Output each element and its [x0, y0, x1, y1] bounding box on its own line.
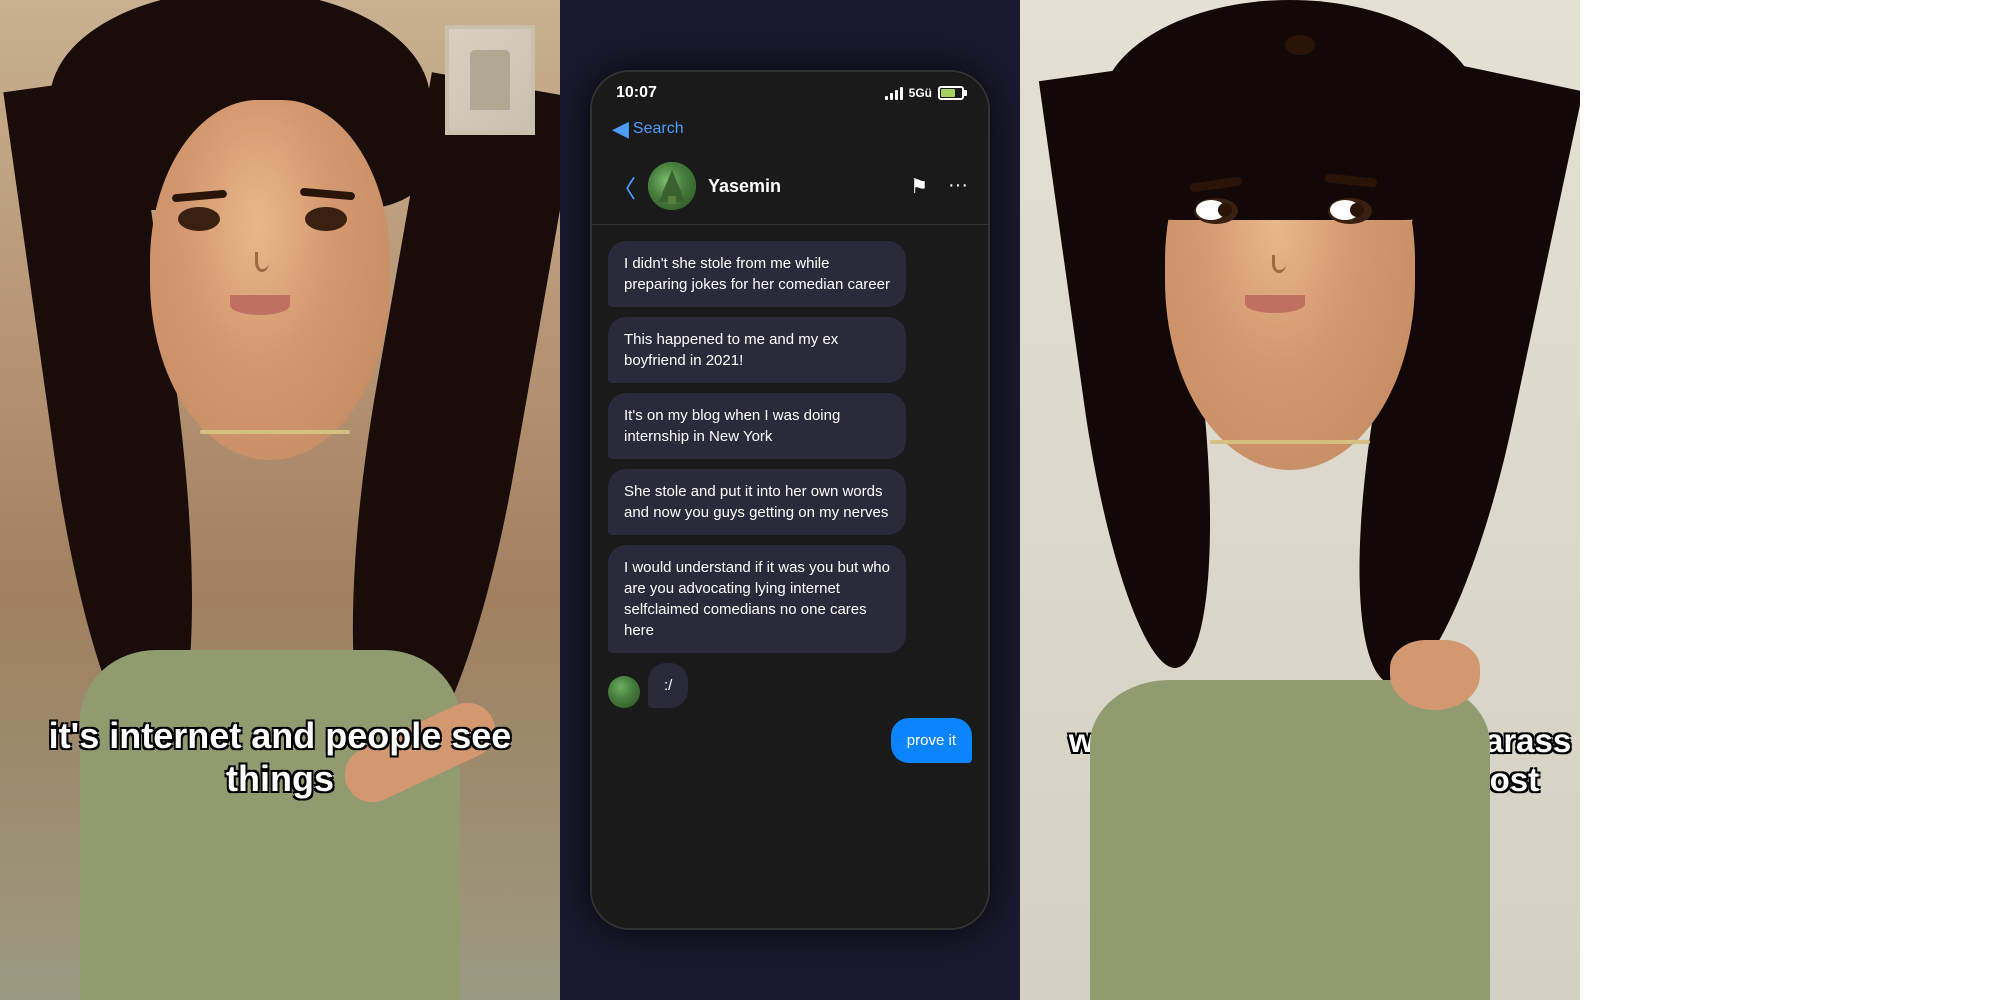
message-6-row: :/	[608, 663, 688, 708]
contact-name: Yasemin	[708, 176, 898, 197]
message-5: I would understand if it was you but who…	[608, 545, 906, 653]
search-back-label[interactable]: Search	[633, 120, 684, 138]
messages-area[interactable]: I didn't she stole from me while prepari…	[592, 225, 988, 928]
message-4: She stole and put it into her own words …	[608, 469, 906, 535]
right-panel: which decide to rant and harass and bull…	[1020, 0, 1580, 1000]
message-2: This happened to me and my ex boyfriend …	[608, 317, 906, 383]
middle-panel: 10:07 5Gü ◀ Search 〈	[560, 0, 1020, 1000]
contact-avatar[interactable]	[648, 162, 696, 210]
phone: 10:07 5Gü ◀ Search 〈	[590, 70, 990, 930]
sent-message-row: prove it	[608, 718, 972, 763]
left-panel: it's internet and people see things	[0, 0, 560, 1000]
status-icons: 5Gü	[885, 86, 964, 100]
left-caption-text: it's internet and people see things	[49, 715, 512, 799]
art-frame	[445, 25, 535, 135]
sender-avatar-mini	[608, 676, 640, 708]
message-1: I didn't she stole from me while prepari…	[608, 241, 906, 307]
status-time: 10:07	[616, 84, 657, 102]
back-icon[interactable]: ◀	[612, 116, 629, 142]
more-options-icon[interactable]: ···	[948, 174, 968, 199]
signal-bar-1	[885, 96, 888, 100]
left-person	[0, 0, 560, 1000]
header-back-icon[interactable]: 〈	[612, 169, 636, 204]
flag-icon[interactable]: ⚑	[910, 174, 928, 199]
signal-bar-4	[900, 87, 903, 100]
message-6: :/	[648, 663, 688, 708]
phone-header: 〈 Yasemin ⚑ ···	[592, 152, 988, 225]
sent-message: prove it	[891, 718, 972, 763]
status-bar: 10:07 5Gü	[592, 72, 988, 110]
battery-fill	[941, 89, 955, 97]
avatar-image	[648, 162, 696, 210]
signal-bar-2	[890, 93, 893, 100]
network-label: 5Gü	[909, 86, 932, 100]
left-caption: it's internet and people see things	[30, 714, 530, 800]
header-action-icons: ⚑ ···	[910, 174, 968, 199]
battery-icon	[938, 86, 964, 100]
phone-nav-bar: ◀ Search	[592, 110, 988, 152]
message-3: It's on my blog when I was doing interns…	[608, 393, 906, 459]
signal-bars-icon	[885, 86, 903, 100]
signal-bar-3	[895, 90, 898, 100]
